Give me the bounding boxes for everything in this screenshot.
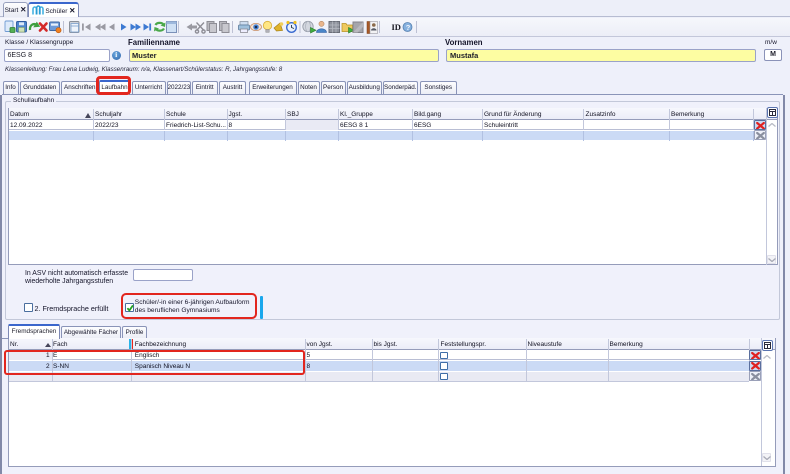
- svg-text:ID: ID: [392, 22, 401, 32]
- svg-text:?: ?: [406, 23, 411, 32]
